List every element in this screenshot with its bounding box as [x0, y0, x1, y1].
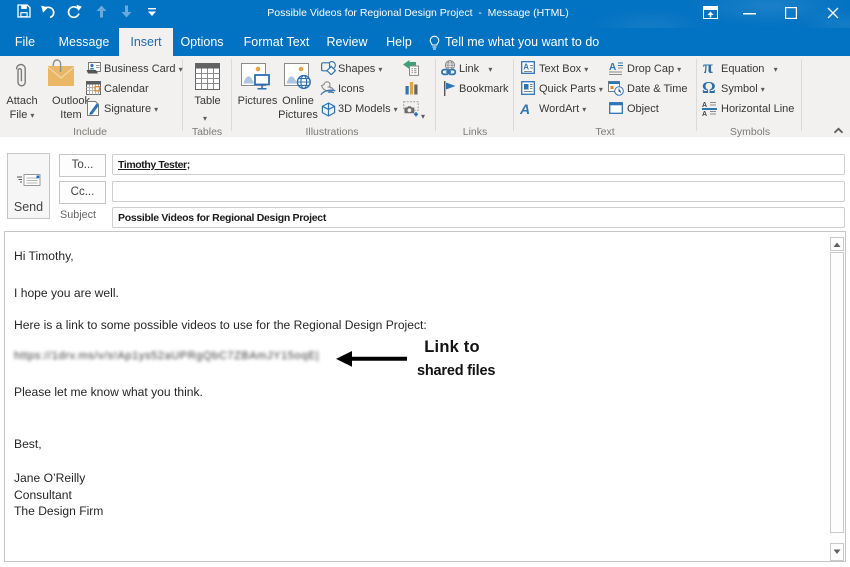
svg-text:A: A	[702, 111, 707, 116]
svg-text:A: A	[523, 63, 529, 72]
svg-text:A: A	[702, 102, 707, 109]
svg-text:A: A	[520, 102, 530, 115]
svg-text:A: A	[609, 62, 616, 73]
